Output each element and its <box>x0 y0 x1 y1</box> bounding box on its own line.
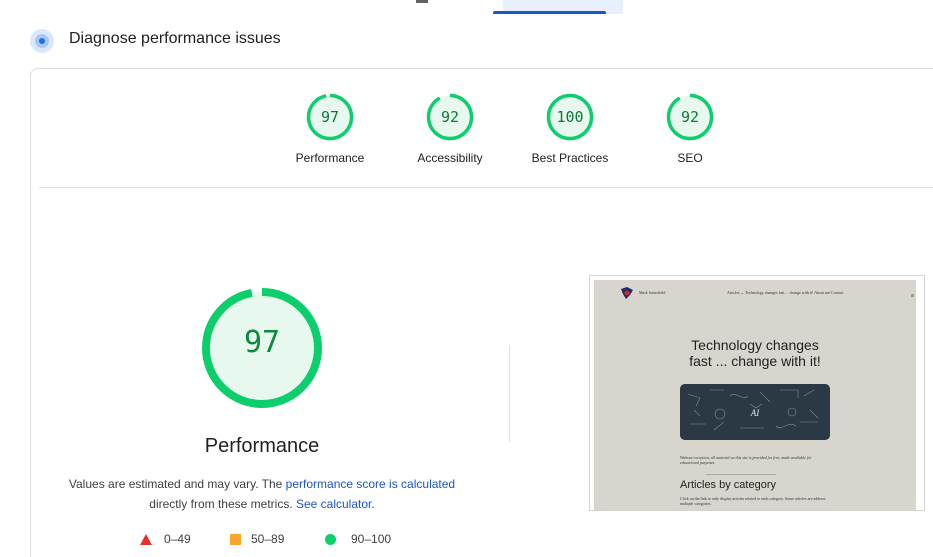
legend-average: 50–89 <box>230 532 284 546</box>
metrics-note: Values are estimated and may vary. The p… <box>56 474 468 514</box>
gauge-performance[interactable]: 97 Performance <box>280 93 380 165</box>
gauge-score: 92 <box>680 108 700 126</box>
toolbar-fragment <box>416 0 428 3</box>
note-text: Values are estimated and may vary. The <box>68 477 286 491</box>
gauge-label: Accessibility <box>417 151 483 165</box>
legend-pass: 90–100 <box>325 532 391 546</box>
gauge-label: Best Practices <box>531 151 609 165</box>
legend-range: 0–49 <box>164 532 191 546</box>
triangle-icon <box>140 533 152 545</box>
vertical-divider <box>509 345 510 442</box>
diagnose-icon <box>30 29 54 53</box>
gauge-label: Performance <box>295 151 365 165</box>
site-rule <box>706 474 776 475</box>
active-tab-indicator <box>493 11 606 14</box>
section-title: Diagnose performance issues <box>69 30 281 47</box>
performance-title: Performance <box>204 435 320 457</box>
scroll-indicator <box>911 294 914 297</box>
divider <box>39 187 933 188</box>
page-screenshot[interactable]: Mark Satterfield Articles ⌄ Technology c… <box>589 275 925 511</box>
legend-fail: 0–49 <box>140 532 191 546</box>
gauge-label: SEO <box>677 151 703 165</box>
hero-image: AI <box>680 384 830 440</box>
gauge-accessibility[interactable]: 92 Accessibility <box>400 93 500 165</box>
legend-range: 90–100 <box>351 532 392 546</box>
hero-text: AI <box>750 408 760 418</box>
see-calculator-link[interactable]: See calculator. <box>296 497 375 511</box>
gauge-seo[interactable]: 92 SEO <box>640 93 740 165</box>
legend-range: 50–89 <box>251 532 285 546</box>
site-small-text: Click on the link to only display articl… <box>680 496 826 506</box>
gauge-best-practices[interactable]: 100 Best Practices <box>520 93 620 165</box>
square-icon <box>230 533 241 545</box>
site-subheading: Articles by category <box>680 479 776 491</box>
gauge-score: 97 <box>320 108 340 126</box>
site-intro: Without exception, all material on this … <box>680 455 812 465</box>
screenshot-content: Mark Satterfield Articles ⌄ Technology c… <box>594 280 916 510</box>
site-heading: Technology changes fast ... change with … <box>594 337 916 369</box>
gauge-score: 92 <box>440 108 460 126</box>
gauge-score: 100 <box>556 108 584 126</box>
performance-score-large: 97 <box>243 325 281 360</box>
note-text-2: directly from these metrics. <box>149 497 296 511</box>
site-heading-line1: Technology changes <box>691 337 819 353</box>
performance-score-link[interactable]: performance score is calculated <box>286 477 455 491</box>
circle-icon <box>325 533 336 545</box>
site-heading-line2: fast ... change with it! <box>689 353 821 369</box>
site-nav: Articles ⌄ Technology changes fast ... c… <box>727 290 844 295</box>
site-logo-icon <box>621 287 633 299</box>
site-name: Mark Satterfield <box>639 290 666 295</box>
